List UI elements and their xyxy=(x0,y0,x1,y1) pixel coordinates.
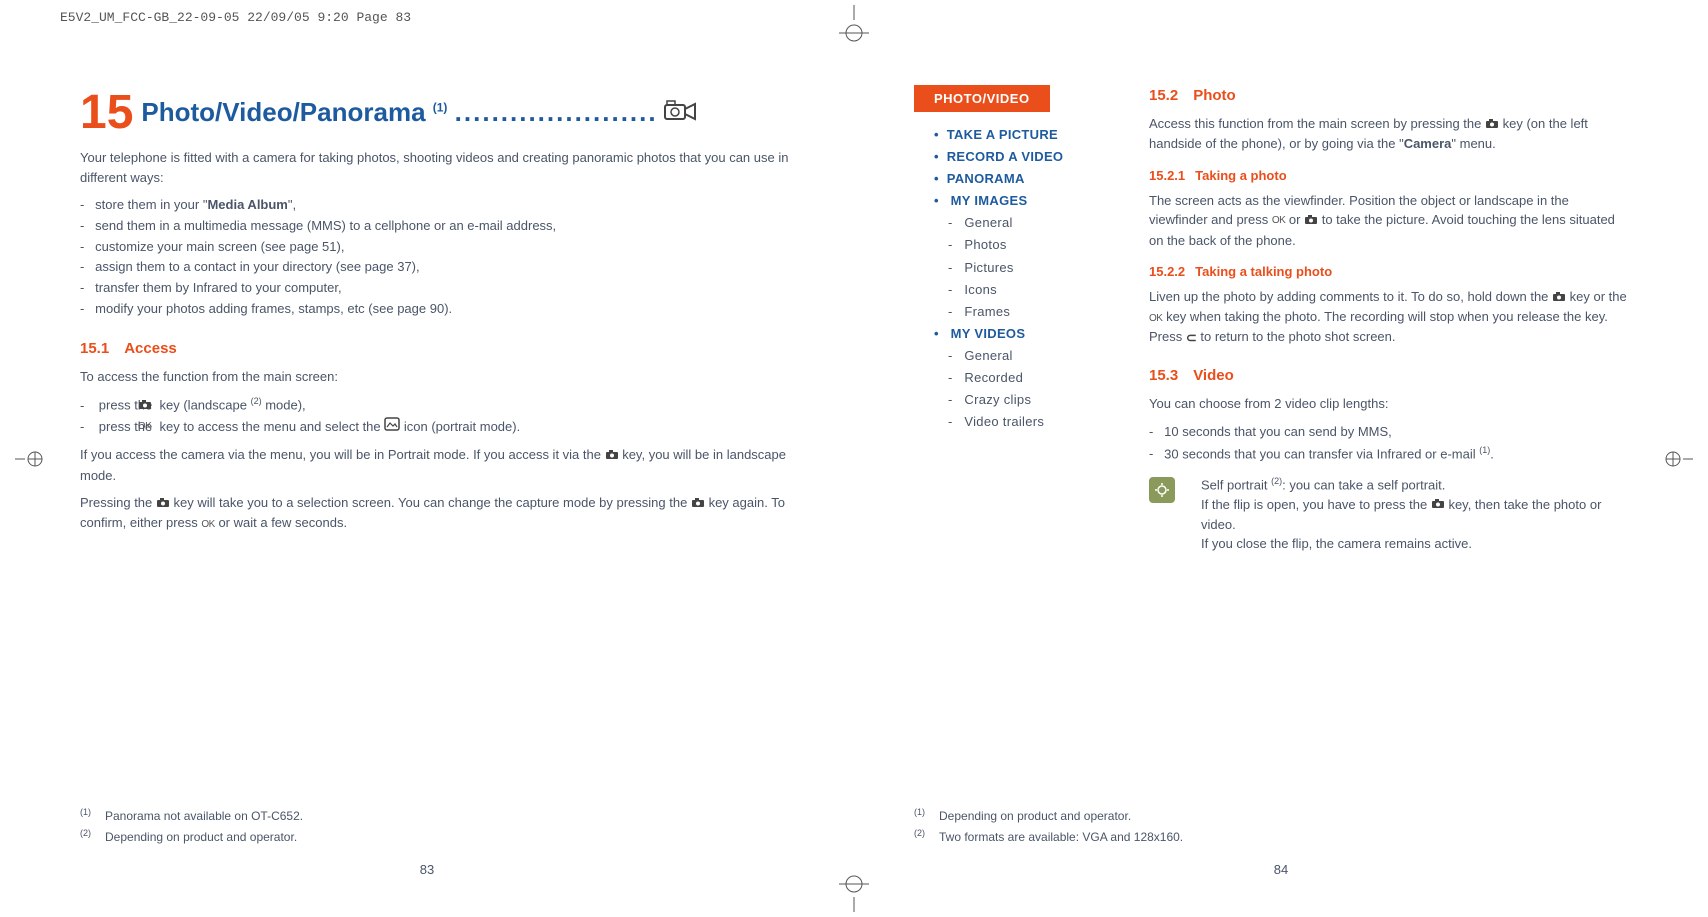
tip-bulb-icon xyxy=(1149,477,1175,503)
body-text: To access the function from the main scr… xyxy=(80,367,794,387)
nav-column: PHOTO/VIDEO TAKE A PICTURE RECORD A VIDE… xyxy=(914,85,1109,554)
two-page-spread: E5V2_UM_FCC-GB_22-09-05 22/09/05 9:20 Pa… xyxy=(0,0,1708,917)
list-item: transfer them by Infrared to your comput… xyxy=(80,278,794,299)
intro-bullet-list: store them in your "Media Album", send t… xyxy=(80,195,794,320)
ok-key-icon: OK xyxy=(1149,311,1162,326)
page-number: 83 xyxy=(0,862,854,877)
list-item: customize your main screen (see page 51)… xyxy=(80,237,794,258)
nav-item: RECORD A VIDEO xyxy=(934,146,1109,168)
camera-key-icon xyxy=(605,446,619,466)
list-item: 10 seconds that you can send by MMS, xyxy=(1149,422,1628,443)
nav-item: MY VIDEOS General Recorded Crazy clips V… xyxy=(934,323,1109,433)
nav-subitem: General xyxy=(948,212,1109,234)
body-text: Access this function from the main scree… xyxy=(1149,114,1628,154)
right-columns: PHOTO/VIDEO TAKE A PICTURE RECORD A VIDE… xyxy=(914,85,1628,554)
nav-subitem: Icons xyxy=(948,279,1109,301)
tip-text: Self portrait (2): you can take a self p… xyxy=(1201,475,1628,554)
footnotes: (1)Depending on product and operator. (2… xyxy=(914,805,1628,847)
page-number: 84 xyxy=(854,862,1708,877)
body-text: If you access the camera via the menu, y… xyxy=(80,445,794,485)
nav-item: TAKE A PICTURE xyxy=(934,124,1109,146)
camera-key-icon xyxy=(691,494,705,514)
nav-list: TAKE A PICTURE RECORD A VIDEO PANORAMA M… xyxy=(934,124,1109,433)
page-right: PHOTO/VIDEO TAKE A PICTURE RECORD A VIDE… xyxy=(854,0,1708,917)
list-item: 30 seconds that you can transfer via Inf… xyxy=(1149,443,1628,465)
nav-sublist: General Photos Pictures Icons Frames xyxy=(948,212,1109,322)
subsection-15-2-2-heading: 15.2.2Taking a talking photo xyxy=(1149,264,1628,279)
footnote: (2)Depending on product and operator. xyxy=(80,826,794,847)
body-text: Pressing the key will take you to a sele… xyxy=(80,493,794,533)
list-item: press the key (landscape (2) mode), xyxy=(80,394,794,416)
nav-subitem: Recorded xyxy=(948,367,1109,389)
chapter-number: 15 xyxy=(80,85,133,140)
camcorder-icon xyxy=(663,97,699,128)
section-15-3-heading: 15.3Video xyxy=(1149,367,1628,384)
section-15-2-heading: 15.2Photo xyxy=(1149,87,1628,104)
footnote: (1)Depending on product and operator. xyxy=(914,805,1628,826)
list-item: press the OK key to access the menu and … xyxy=(80,417,794,438)
footnote: (1)Panorama not available on OT-C652. xyxy=(80,805,794,826)
nav-item: PANORAMA xyxy=(934,168,1109,190)
nav-sublist: General Recorded Crazy clips Video trail… xyxy=(948,345,1109,433)
section-15-1-heading: 15.1Access xyxy=(80,340,794,357)
tip-block: Self portrait (2): you can take a self p… xyxy=(1149,475,1628,554)
access-bullet-list: press the key (landscape (2) mode), pres… xyxy=(80,394,794,437)
list-item: store them in your "Media Album", xyxy=(80,195,794,216)
list-item: send them in a multimedia message (MMS) … xyxy=(80,216,794,237)
list-item: assign them to a contact in your directo… xyxy=(80,257,794,278)
nav-subitem: Video trailers xyxy=(948,411,1109,433)
subsection-15-2-1-heading: 15.2.1Taking a photo xyxy=(1149,168,1628,183)
nav-subitem: Pictures xyxy=(948,257,1109,279)
chapter-title: Photo/Video/Panorama (1) ...............… xyxy=(141,97,657,128)
camera-key-icon xyxy=(1304,211,1318,231)
camera-key-icon xyxy=(1485,115,1499,135)
list-item: modify your photos adding frames, stamps… xyxy=(80,299,794,320)
camera-key-icon xyxy=(1431,495,1445,515)
body-text: Liven up the photo by adding comments to… xyxy=(1149,287,1628,347)
nav-subitem: Frames xyxy=(948,301,1109,323)
ok-key-icon: OK xyxy=(201,517,214,532)
nav-subitem: Photos xyxy=(948,234,1109,256)
body-text: The screen acts as the viewfinder. Posit… xyxy=(1149,191,1628,250)
text-column: 15.2Photo Access this function from the … xyxy=(1149,85,1628,554)
body-text: You can choose from 2 video clip lengths… xyxy=(1149,394,1628,414)
photo-video-tag: PHOTO/VIDEO xyxy=(914,85,1050,112)
ok-key-icon: OK xyxy=(1272,213,1285,228)
camera-key-icon xyxy=(156,494,170,514)
chapter-heading: 15 Photo/Video/Panorama (1) ............… xyxy=(80,85,794,140)
nav-item: MY IMAGES General Photos Pictures Icons … xyxy=(934,190,1109,323)
nav-subitem: Crazy clips xyxy=(948,389,1109,411)
camera-key-icon xyxy=(1552,288,1566,308)
back-key-icon: ⊂ xyxy=(1186,328,1197,348)
intro-text: Your telephone is fitted with a camera f… xyxy=(80,148,794,187)
video-bullet-list: 10 seconds that you can send by MMS, 30 … xyxy=(1149,422,1628,465)
footnotes: (1)Panorama not available on OT-C652. (2… xyxy=(80,805,794,847)
nav-subitem: General xyxy=(948,345,1109,367)
footnote: (2)Two formats are available: VGA and 12… xyxy=(914,826,1628,847)
album-icon xyxy=(384,419,400,434)
page-left: 15 Photo/Video/Panorama (1) ............… xyxy=(0,0,854,917)
